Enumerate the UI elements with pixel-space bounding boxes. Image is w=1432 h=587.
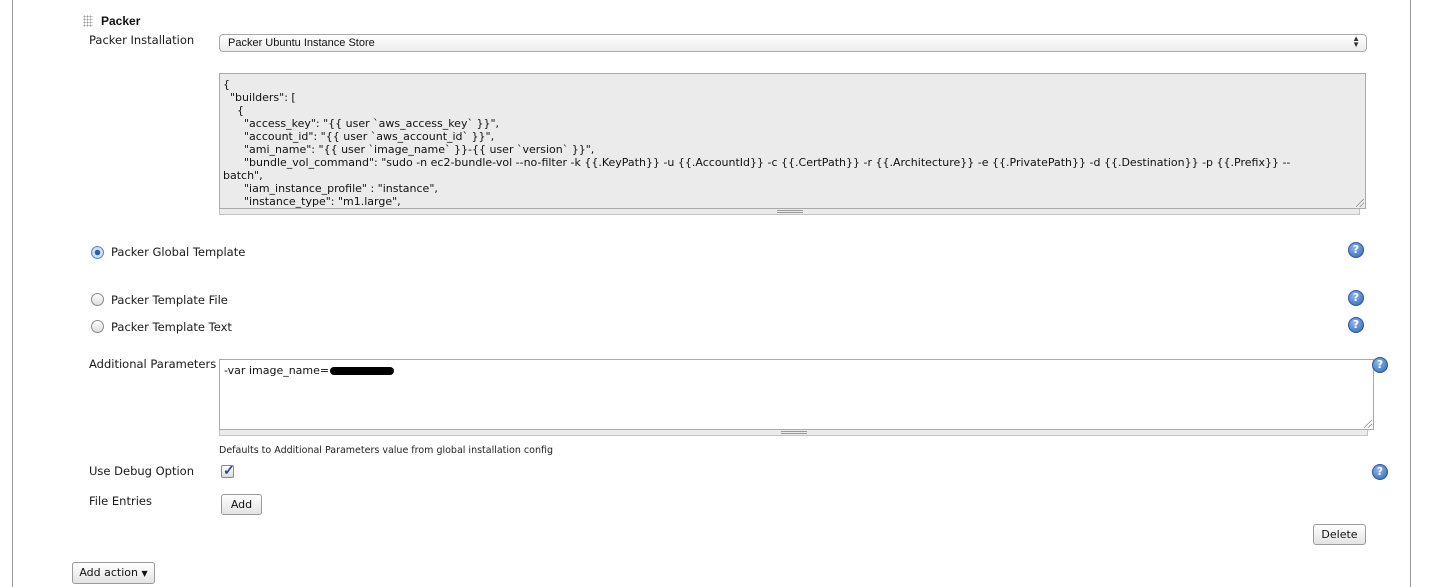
radio-template-file[interactable]	[91, 293, 104, 306]
template-preview-line: "bundle_vol_command": "sudo -n ec2-bundl…	[223, 156, 1291, 169]
help-icon-additional-parameters[interactable]: ?	[1372, 357, 1388, 373]
radio-template-text-label[interactable]: Packer Template Text	[111, 320, 232, 334]
additional-parameters-label: Additional Parameters	[89, 357, 217, 371]
packer-installation-value: Packer Ubuntu Instance Store	[228, 37, 375, 49]
delete-button[interactable]: Delete	[1313, 524, 1366, 545]
template-preview-line: "account_id": "{{ user `aws_account_id` …	[223, 130, 495, 143]
help-icon-template-text[interactable]: ?	[1348, 317, 1364, 333]
packer-installation-label: Packer Installation	[89, 33, 195, 47]
template-preview-line: "instance_type": "m1.large",	[223, 195, 401, 208]
help-icon-global-template[interactable]: ?	[1348, 242, 1364, 258]
template-preview-line: "ami_name": "{{ user `image_name` }}-{{ …	[223, 143, 595, 156]
resize-corner-icon[interactable]	[1364, 420, 1372, 428]
select-arrows-icon: ▲ ▼	[1352, 34, 1360, 49]
add-action-button[interactable]: Add action ▼	[72, 562, 155, 584]
drag-handle-icon[interactable]	[83, 15, 93, 27]
additional-parameters-value: -var image_name=	[224, 364, 330, 377]
help-icon-template-file[interactable]: ?	[1348, 290, 1364, 306]
template-preview-resize-bar[interactable]	[219, 209, 1360, 215]
help-icon-debug-option[interactable]: ?	[1372, 464, 1388, 480]
radio-global-template[interactable]	[91, 246, 104, 259]
redacted-value	[330, 367, 395, 375]
radio-template-text[interactable]	[91, 320, 104, 333]
add-action-label: Add action	[79, 566, 138, 579]
template-preview-line: {	[223, 78, 230, 91]
radio-template-file-label[interactable]: Packer Template File	[111, 293, 228, 307]
resize-corner-icon[interactable]	[1356, 199, 1364, 207]
additional-parameters-input[interactable]: -var image_name=	[219, 359, 1374, 430]
radio-global-template-label[interactable]: Packer Global Template	[111, 245, 245, 259]
debug-option-checkbox[interactable]: ✓	[221, 462, 235, 478]
additional-parameters-hint: Defaults to Additional Parameters value …	[219, 445, 553, 456]
add-file-entry-button[interactable]: Add	[221, 494, 262, 515]
template-preview-line: "iam_instance_profile" : "instance",	[223, 182, 438, 195]
file-entries-label: File Entries	[89, 494, 152, 508]
template-preview-line: {	[223, 104, 244, 117]
panel-left-border	[12, 0, 13, 587]
debug-option-label: Use Debug Option	[89, 464, 194, 478]
additional-parameters-resize-bar[interactable]	[219, 430, 1368, 436]
template-preview-line: "builders": [	[223, 91, 296, 104]
template-preview-line: "access_key": "{{ user `aws_access_key` …	[223, 117, 500, 130]
global-template-preview[interactable]: { "builders": [ { "access_key": "{{ user…	[219, 73, 1366, 209]
section-title: Packer	[101, 14, 141, 28]
packer-installation-select[interactable]: Packer Ubuntu Instance Store ▲ ▼	[219, 34, 1367, 52]
resize-grip-icon	[780, 431, 807, 434]
resize-grip-icon	[776, 210, 803, 213]
panel-right-border	[1410, 0, 1411, 587]
checkmark-icon: ✓	[223, 462, 235, 478]
dropdown-caret-icon: ▼	[141, 569, 148, 578]
template-preview-line: batch",	[223, 169, 263, 182]
